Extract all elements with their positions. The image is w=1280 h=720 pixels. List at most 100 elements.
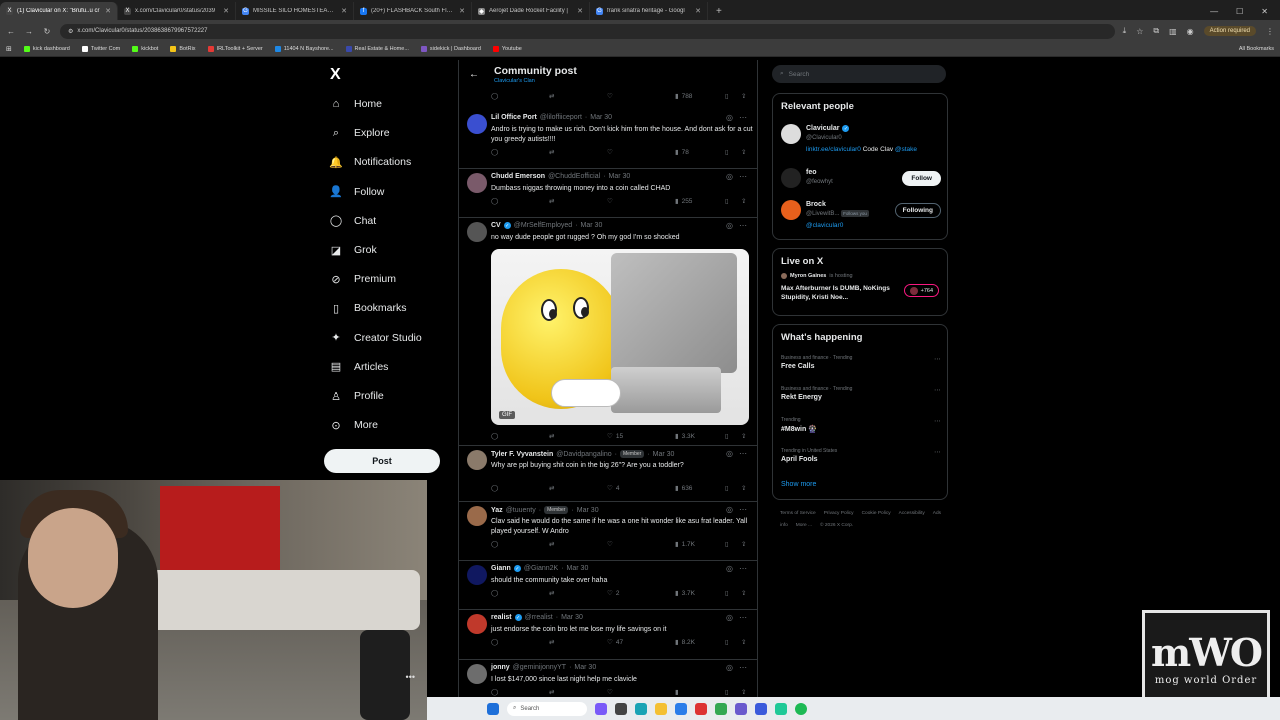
trend-item[interactable]: Business and finance · Trending Free Call… <box>781 355 941 370</box>
tweet-date[interactable]: Mar 30 <box>574 664 596 671</box>
tweet-date[interactable]: Mar 30 <box>581 222 603 229</box>
author-name[interactable]: Lil Office Port <box>491 114 537 121</box>
sidepanel-icon[interactable]: ▥ <box>1169 27 1177 36</box>
nav-item-grok[interactable]: ◪ Grok <box>330 244 377 257</box>
forward-icon[interactable]: → <box>24 27 34 36</box>
avatar[interactable] <box>467 614 487 634</box>
back-arrow-icon[interactable]: ← <box>469 69 479 80</box>
author-handle[interactable]: @rrealist <box>525 614 553 621</box>
nav-item-notifications[interactable]: 🔔 Notifications <box>329 156 411 169</box>
bookmark-item[interactable]: kickbot <box>132 46 158 52</box>
avatar[interactable] <box>467 450 487 470</box>
nav-item-articles[interactable]: ▤ Articles <box>330 361 389 374</box>
grok-icon[interactable]: ◎ <box>726 663 733 672</box>
views-button[interactable]: ▮ 78 <box>675 148 689 157</box>
following-button[interactable]: Following <box>894 203 941 218</box>
tweet-gif[interactable]: GIF <box>491 249 749 425</box>
bookmark-item[interactable]: Twitter Com <box>81 46 120 52</box>
post-button[interactable]: Post <box>324 449 440 473</box>
grok-icon[interactable]: ◎ <box>726 613 733 622</box>
reply-button[interactable]: ◯ <box>491 540 498 548</box>
grok-icon[interactable]: ◎ <box>726 505 733 514</box>
more-icon[interactable]: ⋯ <box>739 172 747 181</box>
retweet-button[interactable]: ⇄ <box>549 148 554 156</box>
more-icon[interactable]: ⋯ <box>739 505 747 514</box>
reply-button[interactable]: ◯ <box>491 589 498 597</box>
more-icon[interactable]: ⋯ <box>739 663 747 672</box>
bookmark-icon[interactable]: ▯ <box>725 92 729 100</box>
like-button[interactable]: ♡ <box>607 688 613 696</box>
bookmark-item[interactable]: kick dashboard <box>23 46 70 52</box>
author-name[interactable]: realist <box>491 614 512 621</box>
tweet[interactable]: jonny @geminijonnyYT · Mar 30 ◎ ⋯ I lost $147,… <box>459 660 757 700</box>
more-icon[interactable]: ⋯ <box>739 613 747 622</box>
tweet[interactable]: CV ✓ @MrSelfEmployed · Mar 30 ◎ ⋯ no way dude p… <box>459 218 757 446</box>
more-icon[interactable]: ⋯ <box>934 417 941 425</box>
tab-close-icon[interactable]: ✕ <box>695 7 701 15</box>
views-button[interactable]: ▮ 3.7K <box>675 589 695 598</box>
like-button[interactable]: ♡ 47 <box>607 638 623 647</box>
reply-button[interactable]: ◯ <box>491 638 498 646</box>
minimize-icon[interactable]: — <box>1210 7 1218 16</box>
like-button[interactable]: ♡ 4 <box>607 484 619 493</box>
spotify-icon[interactable] <box>795 702 807 715</box>
avatar[interactable] <box>467 173 487 193</box>
footer-link[interactable]: © 2026 X Corp. <box>820 523 853 528</box>
retweet-icon[interactable]: ⇄ <box>549 92 554 100</box>
extension-icon[interactable]: ⧉ <box>1153 26 1159 36</box>
avatar[interactable] <box>467 114 487 134</box>
nav-item-explore[interactable]: ⌕ Explore <box>330 127 390 140</box>
views-button[interactable]: ▮ 1.7K <box>675 540 695 549</box>
tweet[interactable]: Chudd Emerson @ChuddEofficial · Mar 30 ◎ ⋯ Dum… <box>459 169 757 218</box>
bookmark-item[interactable]: Youtube <box>492 46 522 52</box>
nav-item-profile[interactable]: ♙ Profile <box>330 390 384 403</box>
more-icon[interactable]: ⋯ <box>934 355 941 363</box>
bookmark-item[interactable]: BotRix <box>170 46 196 52</box>
reply-button[interactable]: ◯ <box>491 148 498 156</box>
bookmark-button[interactable]: ▯ <box>725 197 729 205</box>
author-name[interactable]: Chudd Emerson <box>491 173 545 180</box>
nav-item-chat[interactable]: ◯ Chat <box>330 215 376 228</box>
trend-item[interactable]: Trending in United States April Fools ⋯ <box>781 448 941 463</box>
nav-item-home[interactable]: ⌂ Home <box>330 98 382 110</box>
reload-icon[interactable]: ↻ <box>42 27 52 36</box>
views-button[interactable]: ▮ 255 <box>675 197 692 206</box>
tab-close-icon[interactable]: ✕ <box>223 7 229 15</box>
tweet-date[interactable]: Mar 30 <box>653 451 675 458</box>
avatar[interactable] <box>467 565 487 585</box>
like-button[interactable]: ♡ <box>607 540 613 548</box>
apps-icon[interactable]: ⊞ <box>6 45 12 53</box>
share-icon[interactable]: ⇪ <box>741 92 746 100</box>
footer-link[interactable]: Terms of Service <box>780 511 816 516</box>
more-icon[interactable]: ⋯ <box>934 448 941 456</box>
footer-link[interactable]: Privacy Policy <box>824 511 854 516</box>
share-button[interactable]: ⇪ <box>741 432 746 440</box>
share-button[interactable]: ⇪ <box>741 589 746 597</box>
browser-tab[interactable]: G MISSILE SILO HOMESTEAD - G ✕ <box>236 2 354 20</box>
trend-item[interactable]: Business and finance · Trending Rekt Ener… <box>781 386 941 401</box>
grok-icon[interactable]: ◎ <box>726 449 733 458</box>
author-handle[interactable]: @liloffiiceport <box>540 114 582 121</box>
menu-icon[interactable]: ⋮ <box>1266 27 1274 36</box>
close-window-icon[interactable]: ✕ <box>1261 7 1268 16</box>
nav-item-premium[interactable]: ⊘ Premium <box>330 273 396 286</box>
show-more-link[interactable]: Show more <box>781 481 816 488</box>
footer-link[interactable]: More ... <box>796 523 812 528</box>
live-card[interactable]: Live on X Myron Gaines is hosting Max Af… <box>772 248 948 316</box>
share-button[interactable]: ⇪ <box>741 688 746 696</box>
tweet[interactable]: realist ✓ @rrealist · Mar 30 ◎ ⋯ just endorse t… <box>459 610 757 660</box>
retweet-button[interactable]: ⇄ <box>549 638 554 646</box>
app-icon[interactable] <box>755 702 767 715</box>
footer-link[interactable]: Accessibility <box>899 511 925 516</box>
site-info-icon[interactable]: ⚙ <box>68 28 73 35</box>
tweet-date[interactable]: Mar 30 <box>577 507 599 514</box>
avatar[interactable] <box>781 168 801 188</box>
tweet-date[interactable]: Mar 30 <box>590 114 612 121</box>
new-tab-button[interactable]: + <box>708 2 730 20</box>
bookmark-button[interactable]: ▯ <box>725 589 729 597</box>
retweet-button[interactable]: ⇄ <box>549 197 554 205</box>
tab-close-icon[interactable]: ✕ <box>341 7 347 15</box>
person-name[interactable]: Brock <box>806 201 826 208</box>
bio-link[interactable]: @clavicular0 <box>806 222 843 229</box>
bookmark-button[interactable]: ▯ <box>725 688 729 696</box>
